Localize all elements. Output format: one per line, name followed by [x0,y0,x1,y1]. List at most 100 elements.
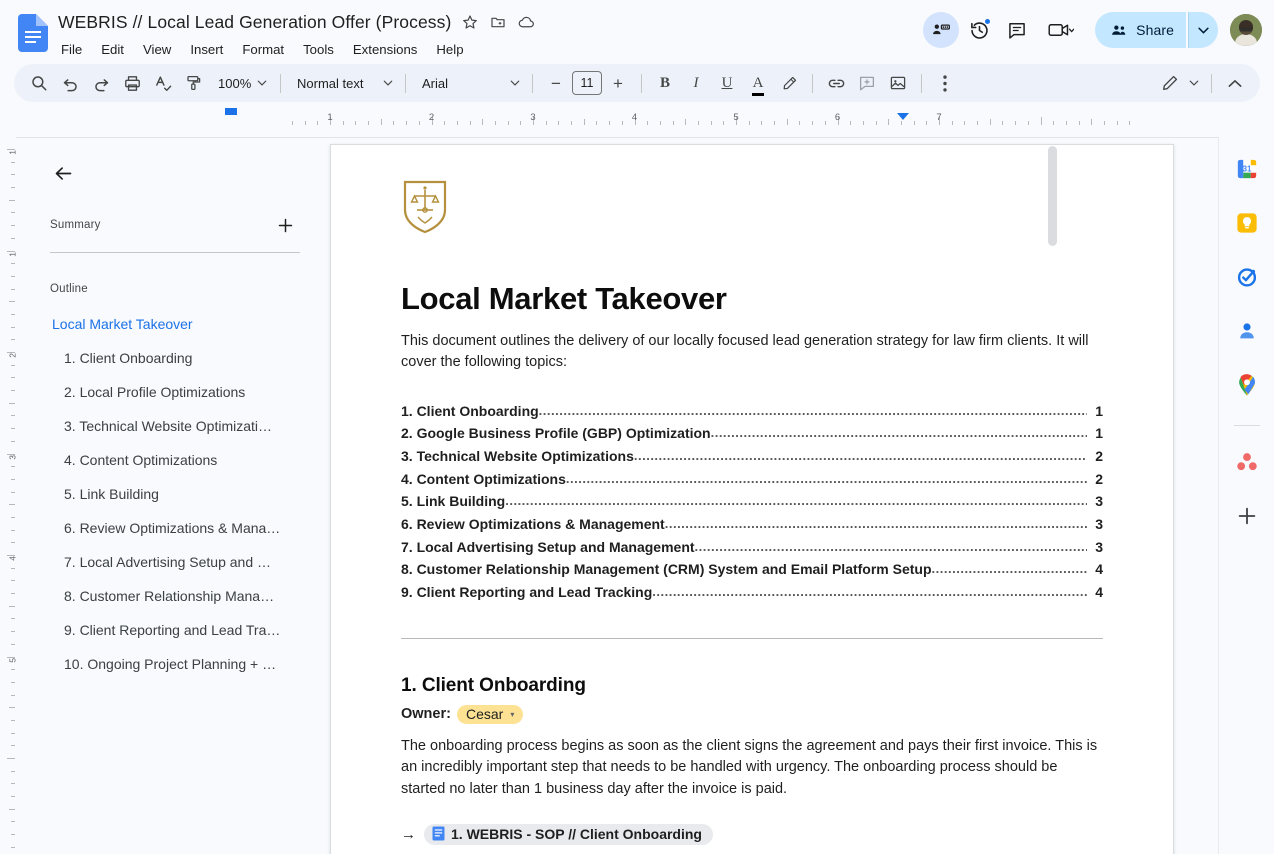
move-to-folder-icon[interactable] [487,11,509,33]
toc-row[interactable]: 2. Google Business Profile (GBP) Optimiz… [401,422,1103,445]
add-on-plus-button[interactable] [1227,496,1267,536]
google-keep-icon[interactable] [1227,203,1267,243]
text-color-button[interactable]: A [743,68,773,98]
owner-label: Owner: [401,706,451,722]
zoom-level-dropdown[interactable]: 100% [210,69,272,97]
search-icon[interactable] [24,68,54,98]
google-contacts-icon[interactable] [1227,311,1267,351]
underline-label: U [722,75,733,92]
google-calendar-icon[interactable]: 31 [1227,149,1267,189]
vruler-tick [11,212,15,213]
undo-icon[interactable] [55,68,85,98]
document-page[interactable]: Local Market Takeover This document outl… [330,144,1174,854]
redo-icon[interactable] [86,68,116,98]
underline-button[interactable]: U [712,68,742,98]
font-size-input[interactable]: 11 [572,71,602,95]
toc-row[interactable]: 9. Client Reporting and Lead Tracking ..… [401,581,1103,604]
menu-tools[interactable]: Tools [300,41,337,58]
chevron-down-icon[interactable]: ▾ [510,710,514,719]
insert-link-icon[interactable] [821,68,851,98]
asana-addon-icon[interactable] [1227,442,1267,482]
outline-item-local-market-takeover[interactable]: − Local Market Takeover [50,307,308,341]
font-family-dropdown[interactable]: Arial [414,69,524,97]
smart-chip-document-link[interactable]: 1. WEBRIS - SOP // Client Onboarding [424,824,713,845]
more-options-icon[interactable] [930,68,960,98]
insert-image-icon[interactable] [883,68,913,98]
add-comment-icon[interactable] [852,68,882,98]
horizontal-ruler[interactable]: 1234567 [0,108,1274,125]
account-avatar[interactable] [1230,14,1262,46]
right-indent-marker[interactable] [897,113,909,120]
menu-file[interactable]: File [58,41,85,58]
outline-item-9[interactable]: 9. Client Reporting and Lead Tra… [50,613,308,647]
menu-insert[interactable]: Insert [187,41,226,58]
increase-font-size-button[interactable]: + [603,68,633,98]
toc-row[interactable]: 8. Customer Relationship Management (CRM… [401,558,1103,581]
outline-item-1[interactable]: 1. Client Onboarding [50,341,308,375]
menu-extensions[interactable]: Extensions [350,41,421,58]
vruler-tick [11,225,15,226]
outline-item-8[interactable]: 8. Customer Relationship Mana… [50,579,308,613]
menu-edit[interactable]: Edit [98,41,127,58]
share-dropdown-caret-icon[interactable] [1188,12,1218,48]
menu-help[interactable]: Help [433,41,466,58]
toc-dot-leader: ........................................… [566,468,1087,489]
toc-row[interactable]: 6. Review Optimizations & Management ...… [401,513,1103,536]
google-docs-logo-icon[interactable] [14,10,52,56]
calendar-day-number: 31 [1242,164,1251,173]
version-history-icon[interactable] [961,12,997,48]
toc-row[interactable]: 4. Content Optimizations ...............… [401,468,1103,491]
google-maps-icon[interactable] [1227,365,1267,405]
menu-view[interactable]: View [140,41,174,58]
outline-item-3[interactable]: 3. Technical Website Optimizati… [50,409,308,443]
toc-dot-leader: ........................................… [932,558,1088,579]
share-button[interactable]: Share [1095,12,1186,48]
toc-row[interactable]: 3. Technical Website Optimizations .....… [401,445,1103,468]
toc-dot-leader: ........................................… [652,581,1087,602]
vruler-tick [11,771,15,772]
collapse-toolbar-icon[interactable] [1220,68,1250,98]
outline-item-label: 8. Customer Relationship Mana… [64,588,274,604]
spellcheck-icon[interactable] [148,68,178,98]
ruler-tick [1066,121,1067,125]
paragraph-style-dropdown[interactable]: Normal text [289,69,397,97]
add-summary-icon[interactable] [272,212,298,238]
toc-row[interactable]: 5. Link Building .......................… [401,490,1103,513]
outline-item-4[interactable]: 4. Content Optimizations [50,443,308,477]
back-arrow-icon[interactable] [46,156,80,190]
cloud-saved-icon[interactable] [515,11,537,33]
toc-title: 2. Google Business Profile (GBP) Optimiz… [401,422,711,445]
meet-camera-icon[interactable] [1037,12,1085,48]
google-tasks-icon[interactable] [1227,257,1267,297]
editing-mode-icon[interactable] [923,12,959,48]
document-title[interactable]: WEBRIS // Local Lead Generation Offer (P… [56,11,453,34]
owner-chip[interactable]: Cesar ▾ [457,705,523,724]
outline-item-10[interactable]: 10. Ongoing Project Planning + … [50,647,308,681]
toc-row[interactable]: 7. Local Advertising Setup and Managemen… [401,536,1103,559]
editing-mode-dropdown[interactable] [1153,69,1203,97]
star-icon[interactable] [459,11,481,33]
italic-button[interactable]: I [681,68,711,98]
comments-icon[interactable] [999,12,1035,48]
outline-item-7[interactable]: 7. Local Advertising Setup and … [50,545,308,579]
sop-link-row[interactable]: → 1. WEBRIS - SOP // Client Onboarding [401,824,1103,845]
vruler-tick [11,187,15,188]
outline-item-5[interactable]: 5. Link Building [50,477,308,511]
document-scrollbar-thumb[interactable] [1048,146,1057,246]
bold-button[interactable]: B [650,68,680,98]
vruler-tick [11,428,15,429]
toc-row[interactable]: 1. Client Onboarding ...................… [401,400,1103,423]
vertical-ruler[interactable]: 112345 [0,137,16,854]
menu-format[interactable]: Format [239,41,287,58]
vruler-number: 5 [8,658,16,663]
ruler-tick [571,121,572,125]
outline-item-6[interactable]: 6. Review Optimizations & Mana… [50,511,308,545]
paint-format-icon[interactable] [179,68,209,98]
print-icon[interactable] [117,68,147,98]
page-title: Local Market Takeover [401,281,1103,317]
outline-item-label: 10. Ongoing Project Planning + … [64,656,276,672]
decrease-font-size-button[interactable]: − [541,68,571,98]
left-indent-marker[interactable] [225,108,237,115]
outline-item-2[interactable]: 2. Local Profile Optimizations [50,375,308,409]
highlight-pen-icon[interactable] [774,68,804,98]
